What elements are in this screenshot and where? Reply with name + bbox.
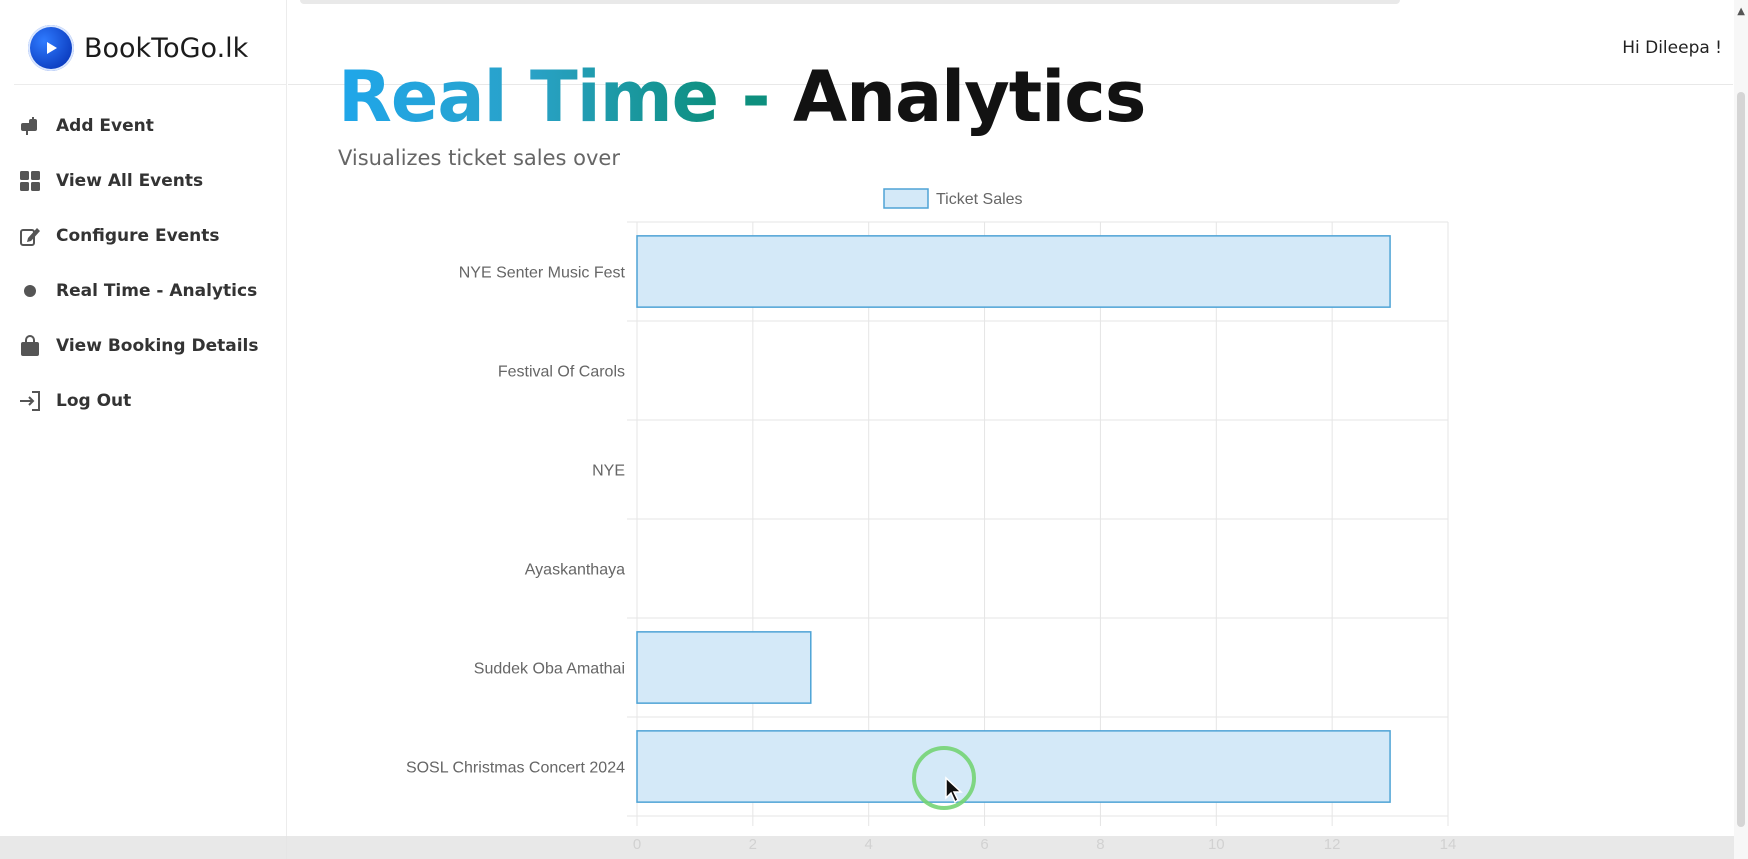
- category-label: Suddek Oba Amathai: [474, 661, 625, 678]
- category-label: NYE Senter Music Fest: [459, 265, 626, 282]
- chart-bar: [636, 730, 1391, 803]
- bottom-edge: [0, 836, 1748, 859]
- mouse-cursor-icon: [945, 776, 963, 804]
- category-label: Festival Of Carols: [498, 364, 625, 381]
- ticket-sales-chart: NYE Senter Music Fest Festival Of Carols N…: [406, 188, 1456, 853]
- page-scrollbar[interactable]: ▲: [1734, 0, 1748, 859]
- chart-bar: [636, 631, 812, 704]
- category-label: SOSL Christmas Concert 2024: [406, 760, 625, 777]
- scroll-up-arrow-icon[interactable]: ▲: [1737, 6, 1745, 17]
- category-label: NYE: [592, 463, 625, 480]
- chart-bar: [636, 235, 1391, 308]
- legend-swatch: [883, 188, 929, 209]
- legend-label: Ticket Sales: [936, 191, 1023, 208]
- category-label: Ayaskanthaya: [525, 562, 625, 579]
- scroll-thumb[interactable]: [1737, 92, 1745, 827]
